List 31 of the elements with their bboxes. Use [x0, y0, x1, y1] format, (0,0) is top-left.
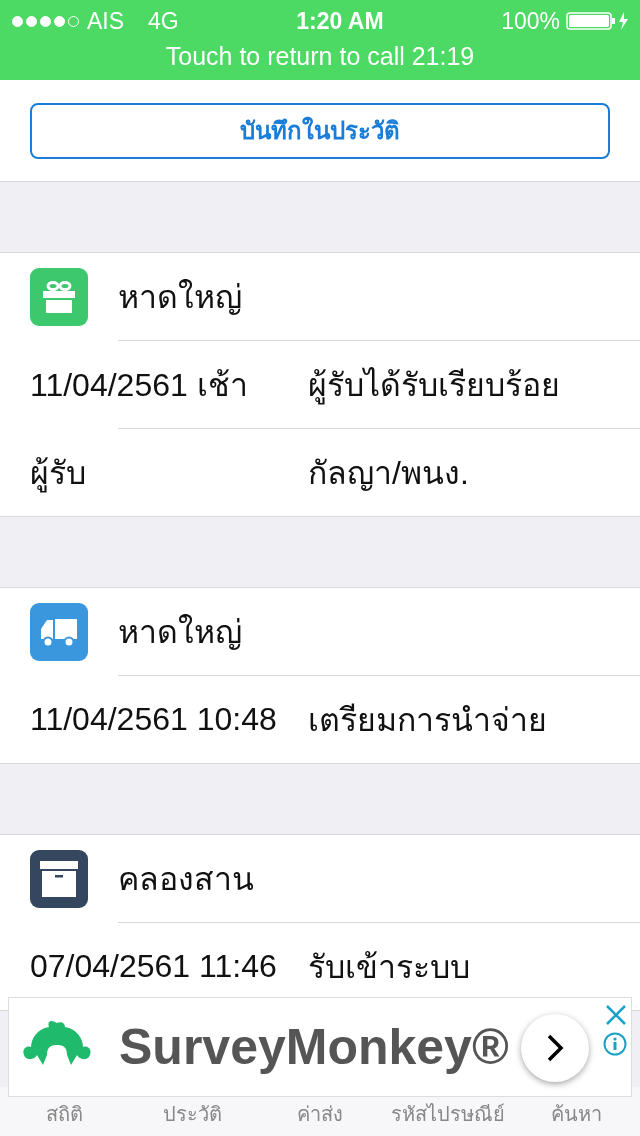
chevron-right-icon — [546, 1033, 564, 1063]
tab[interactable]: ค้นหา — [512, 1098, 640, 1130]
location-text: หาดใหญ่ — [118, 278, 242, 317]
row-label: ผู้รับ — [30, 454, 87, 495]
gift-icon — [42, 280, 76, 313]
carrier: AIS — [87, 7, 125, 35]
call-banner[interactable]: Touch to return to call 21:19 — [0, 42, 640, 71]
location-text: หาดใหญ่ — [118, 613, 242, 652]
tab[interactable]: สถิติ — [0, 1098, 128, 1130]
clock: 1:20 AM — [296, 7, 384, 35]
info-icon[interactable] — [603, 1032, 627, 1056]
network-type: 4G — [148, 7, 179, 35]
row-value: กัลญา/พนง. — [308, 454, 469, 493]
tab[interactable]: ค่าส่ง — [256, 1098, 384, 1130]
save-to-history-button[interactable]: บันทึกในประวัติ — [30, 102, 610, 159]
row-value: ผู้รับได้รับเรียบร้อย — [308, 366, 560, 407]
tab[interactable]: ประวัติ — [128, 1098, 256, 1130]
brand-name: SurveyMonkey® — [119, 1018, 509, 1076]
row-value: เตรียมการนำจ่าย — [308, 701, 547, 740]
row-value: รับเข้าระบบ — [308, 948, 470, 987]
box-icon — [39, 858, 79, 899]
truck-icon — [39, 616, 79, 647]
tab[interactable]: รหัสไปรษณีย์ — [384, 1098, 512, 1130]
row-label: 11/04/2561 10:48 — [30, 701, 278, 738]
ad-banner[interactable]: SurveyMonkey® — [8, 997, 632, 1097]
row-label: 07/04/2561 11:46 — [30, 948, 278, 985]
next-button[interactable] — [521, 1014, 589, 1082]
close-icon[interactable] — [605, 1004, 627, 1026]
location-text: คลองสาน — [118, 860, 254, 899]
battery-percent: 100% — [501, 7, 560, 35]
row-label: 11/04/2561 เช้า — [30, 366, 249, 405]
